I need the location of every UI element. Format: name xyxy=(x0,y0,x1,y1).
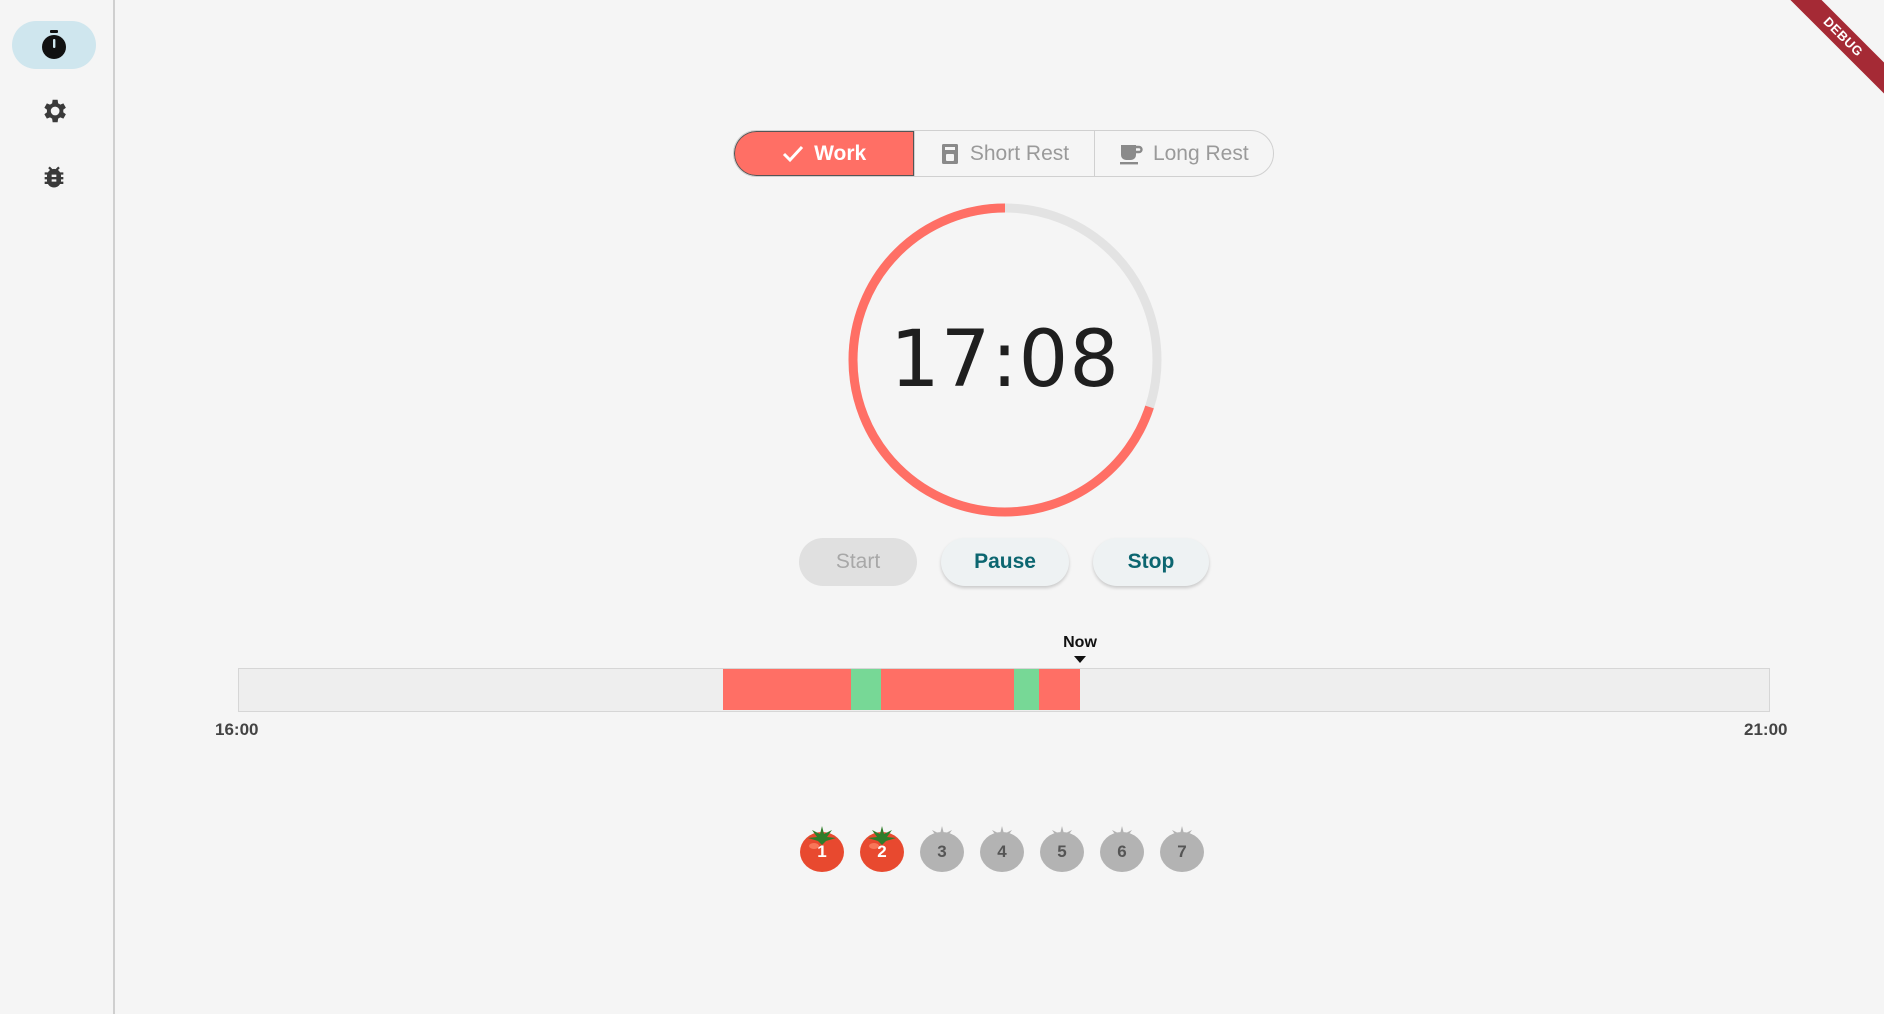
stop-button[interactable]: Stop xyxy=(1093,538,1209,586)
nav-item-settings[interactable] xyxy=(12,87,96,135)
start-button[interactable]: Start xyxy=(799,538,917,586)
segment-work-label: Work xyxy=(814,141,867,165)
now-marker-arrow-icon xyxy=(1074,656,1086,663)
timeline-rest-segment xyxy=(850,669,882,710)
tomato-number: 1 xyxy=(817,842,827,861)
nav-item-debug[interactable] xyxy=(12,153,96,201)
pomodoro-counter: 1 2 3 4 5 6 7 xyxy=(798,822,1206,874)
tomato-number: 2 xyxy=(877,842,887,861)
bug-icon xyxy=(44,166,64,188)
pause-button[interactable]: Pause xyxy=(941,538,1069,586)
segment-long-rest[interactable]: Long Rest xyxy=(1093,131,1273,176)
timer-time: 17:08 xyxy=(890,315,1120,405)
check-icon xyxy=(783,145,804,162)
debug-banner: DEBUG xyxy=(1764,0,1884,120)
tomato-completed-icon: 2 xyxy=(858,822,906,874)
tomato-pending-icon: 5 xyxy=(1038,822,1086,874)
segment-long-rest-label: Long Rest xyxy=(1152,141,1249,165)
navigation-rail xyxy=(0,0,115,1014)
segment-short-rest[interactable]: Short Rest xyxy=(914,131,1093,176)
stopwatch-icon xyxy=(42,30,66,59)
timeline-work-segment xyxy=(1039,669,1080,710)
tomato-number: 5 xyxy=(1057,842,1067,861)
segment-short-rest-label: Short Rest xyxy=(969,141,1070,165)
debug-banner-label: DEBUG xyxy=(1782,0,1884,98)
tomato-pending-icon: 4 xyxy=(978,822,1026,874)
timeline-work-segment xyxy=(881,669,1014,710)
nav-item-timer[interactable] xyxy=(12,21,96,69)
mode-selector: Work Short Rest Long Rest xyxy=(733,130,1274,177)
tomato-completed-icon: 1 xyxy=(798,822,846,874)
timeline-work-segment xyxy=(723,669,851,710)
tomato-pending-icon: 7 xyxy=(1158,822,1206,874)
tomato-pending-icon: 6 xyxy=(1098,822,1146,874)
timeline-rest-segment xyxy=(1013,669,1040,710)
timer-dial: 17:08 xyxy=(845,200,1165,520)
coffee-maker-icon xyxy=(941,143,958,164)
tomato-number: 3 xyxy=(937,842,947,861)
gear-icon xyxy=(44,99,66,123)
timeline-end-label: 21:00 xyxy=(1744,720,1788,739)
tomato-pending-icon: 3 xyxy=(918,822,966,874)
session-timeline xyxy=(238,668,1770,712)
tomato-number: 4 xyxy=(997,842,1007,861)
timeline-start-label: 16:00 xyxy=(215,720,259,739)
tomato-number: 6 xyxy=(1117,842,1127,861)
tomato-number: 7 xyxy=(1177,842,1187,861)
coffee-cup-icon xyxy=(1119,144,1143,164)
segment-work[interactable]: Work xyxy=(734,131,915,176)
now-marker-label: Now xyxy=(1063,634,1097,651)
